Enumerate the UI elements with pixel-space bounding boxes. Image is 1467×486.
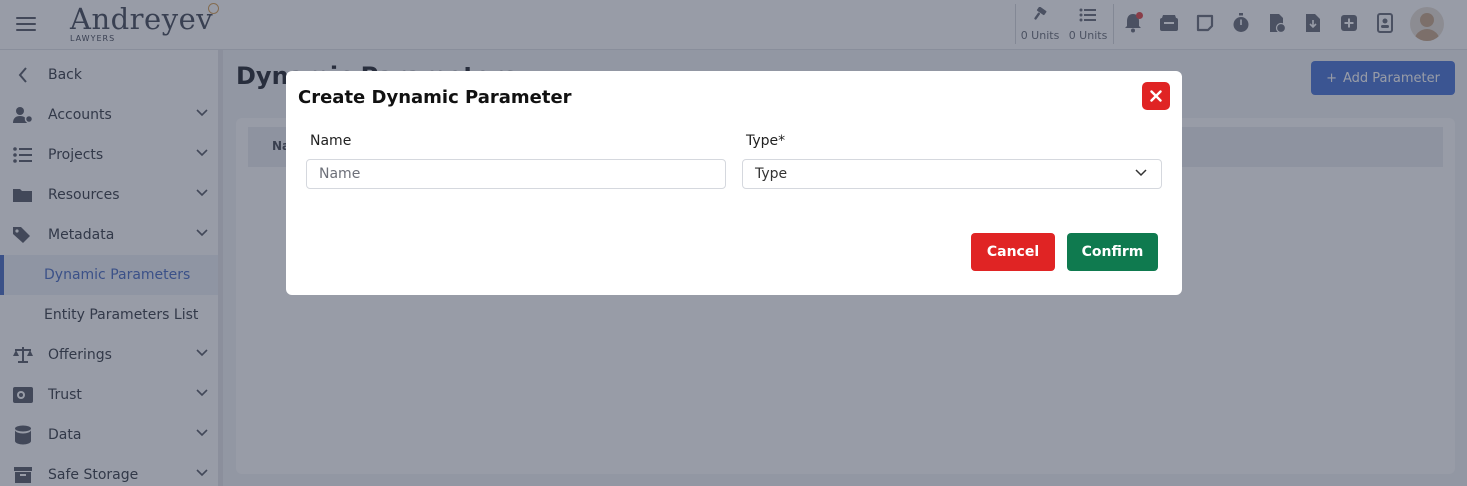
close-button[interactable] [1142, 82, 1170, 110]
create-dynamic-parameter-dialog: Create Dynamic Parameter Name Type* Type… [286, 71, 1182, 295]
name-label: Name [310, 133, 352, 149]
chevron-down-icon [1135, 169, 1147, 177]
dialog-title: Create Dynamic Parameter [298, 87, 572, 108]
confirm-button[interactable]: Confirm [1067, 233, 1158, 271]
type-label: Type* [746, 133, 786, 149]
cancel-button[interactable]: Cancel [971, 233, 1055, 271]
type-select[interactable]: Type [742, 159, 1162, 189]
type-select-value: Type [755, 166, 788, 182]
name-input[interactable] [306, 159, 726, 189]
close-icon [1150, 90, 1162, 102]
